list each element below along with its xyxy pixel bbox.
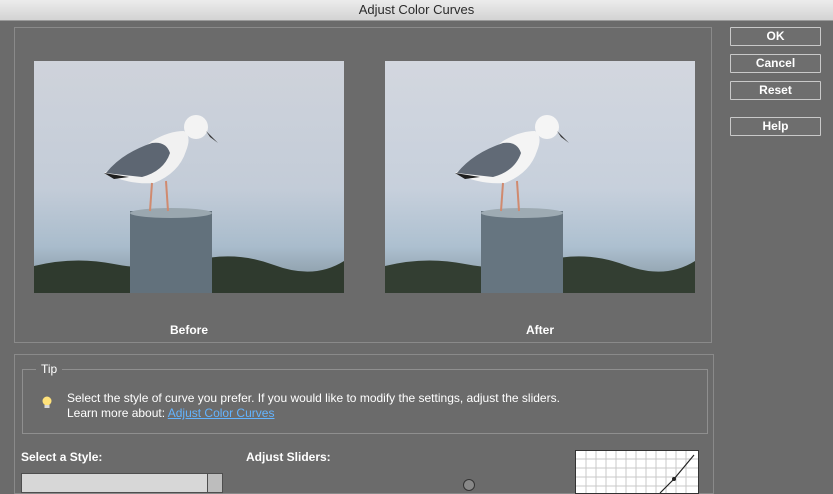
- before-preview-image: [34, 61, 344, 293]
- help-button[interactable]: Help: [730, 117, 821, 136]
- adjust-color-curves-link[interactable]: Adjust Color Curves: [168, 406, 275, 420]
- select-style-label: Select a Style:: [21, 450, 103, 464]
- ok-button[interactable]: OK: [730, 27, 821, 46]
- preview-panel: Before After: [14, 27, 712, 343]
- tip-text: Select the style of curve you prefer. If…: [67, 391, 560, 421]
- reset-button[interactable]: Reset: [730, 81, 821, 100]
- adjust-sliders-label: Adjust Sliders:: [246, 450, 331, 464]
- after-label: After: [525, 323, 554, 337]
- lightbulb-icon: [41, 396, 53, 415]
- style-select[interactable]: [21, 473, 223, 493]
- cancel-button[interactable]: Cancel: [730, 54, 821, 73]
- window-title: Adjust Color Curves: [0, 0, 833, 21]
- chevron-down-icon[interactable]: [207, 474, 222, 492]
- after-preview-image: [385, 61, 695, 293]
- tip-box: Tip Select the style of curve you prefer…: [22, 362, 708, 434]
- tip-legend: Tip: [36, 362, 63, 376]
- tip-line-1: Select the style of curve you prefer. If…: [67, 391, 560, 405]
- settings-panel: Tip Select the style of curve you prefer…: [14, 354, 714, 494]
- before-label: Before: [169, 323, 208, 337]
- learn-more-label: Learn more about:: [67, 406, 166, 420]
- tip-line-2: Learn more about: Adjust Color Curves: [67, 406, 560, 421]
- curve-graph: [575, 450, 699, 494]
